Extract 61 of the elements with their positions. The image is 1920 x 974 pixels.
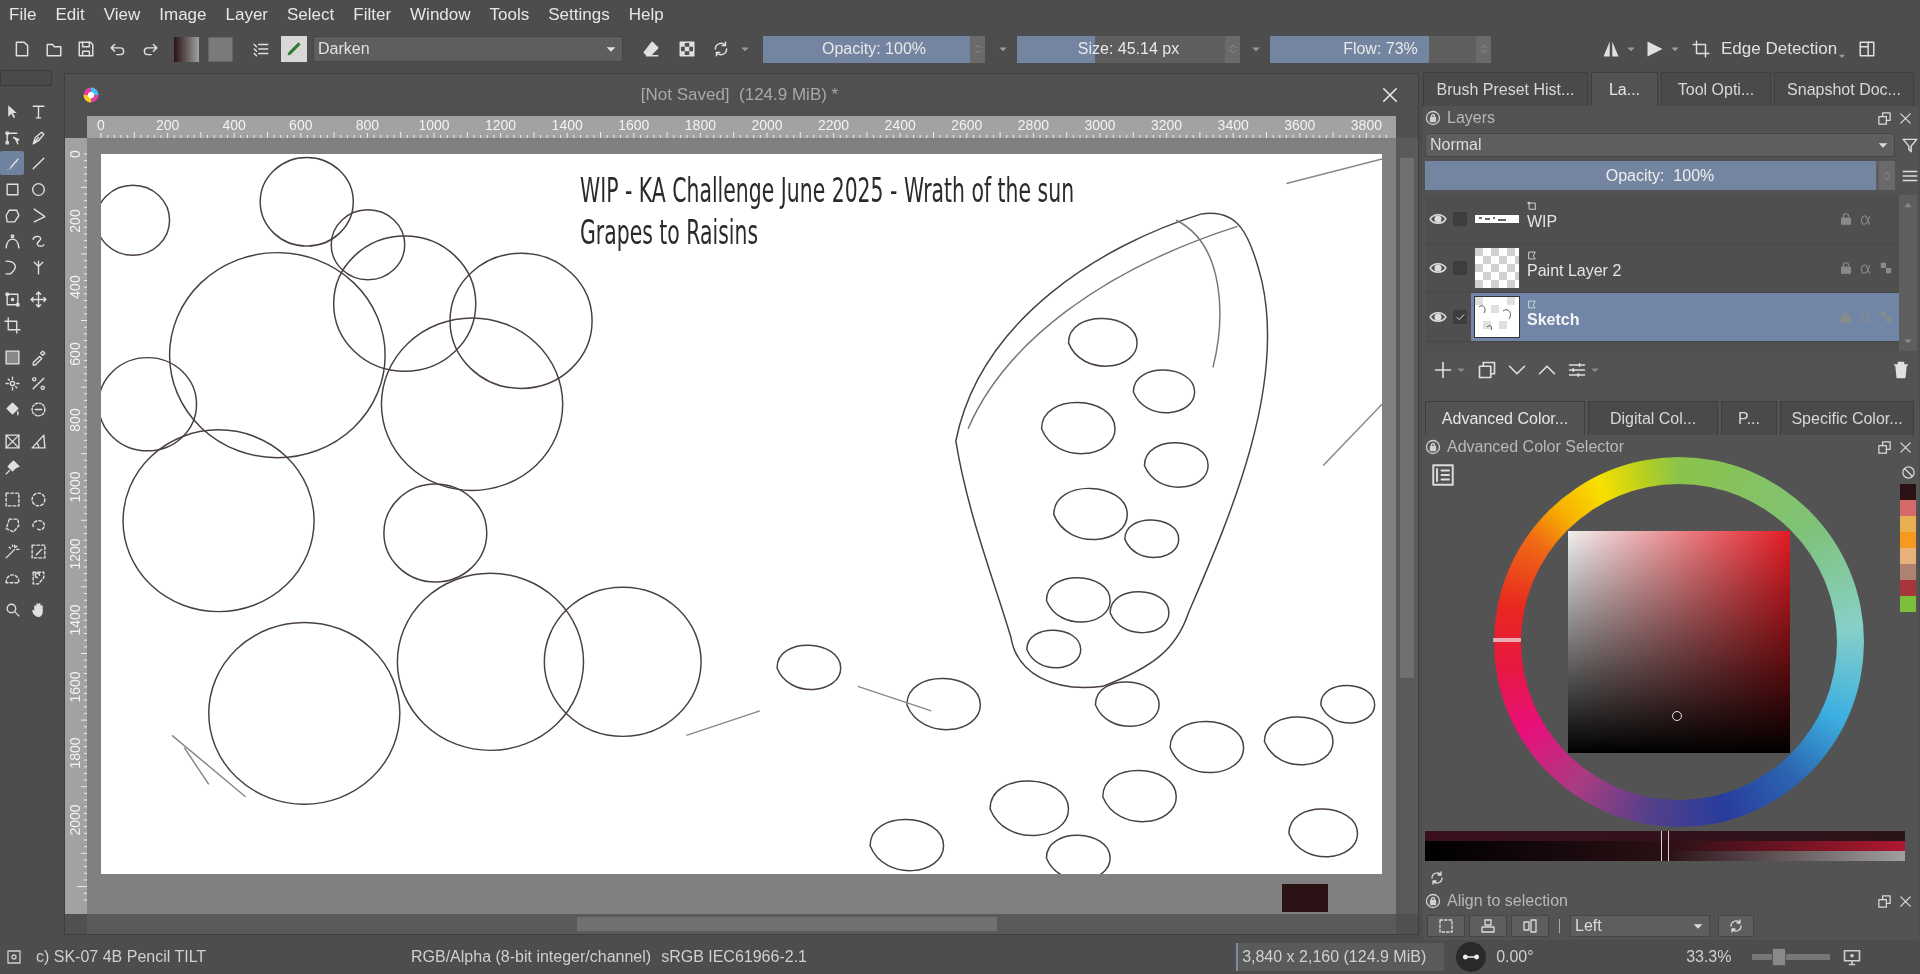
ruler-label: 1600 xyxy=(617,117,651,133)
blend-mode-dropdown[interactable]: Darken xyxy=(313,36,623,62)
dock-tab[interactable]: Digital Col... xyxy=(1588,401,1718,435)
dock-tab[interactable]: Tool Opti... xyxy=(1661,72,1771,106)
ruler-label: 3200 xyxy=(1150,117,1184,133)
layer-name[interactable]: Paint Layer 2 xyxy=(1527,260,1839,281)
menu-item[interactable]: Help xyxy=(627,2,665,28)
layer-name[interactable]: WIP xyxy=(1527,211,1839,232)
dock-tab[interactable]: Specific Color... xyxy=(1780,401,1914,435)
menu-item[interactable]: View xyxy=(102,2,142,28)
ruler-label: 3800 xyxy=(1349,117,1383,133)
ruler-label: 0 xyxy=(96,117,106,133)
image-size-field[interactable]: 3,840 x 2,160 (124.9 MiB) xyxy=(1236,943,1445,971)
menu-item[interactable]: Window xyxy=(409,2,472,28)
menu-item[interactable]: Filter xyxy=(352,2,393,28)
menu-item[interactable]: Layer xyxy=(224,2,270,28)
layer-opacity-slider[interactable]: Opacity: 100% xyxy=(1425,161,1895,190)
dock-tab[interactable]: Advanced Color... xyxy=(1425,401,1585,435)
size-slider[interactable]: Size: 45.14 px xyxy=(1017,35,1240,63)
ruler-label: 2800 xyxy=(1016,117,1050,133)
ruler-label: 1200 xyxy=(484,117,518,133)
dock-tab[interactable]: La... xyxy=(1591,72,1658,106)
ruler-label: 2600 xyxy=(950,117,984,133)
ruler-label: 3600 xyxy=(1283,117,1317,133)
ruler-label: 3000 xyxy=(1083,117,1117,133)
ruler-label: 1000 xyxy=(417,117,451,133)
panel-title: Advanced Color Selector xyxy=(1447,437,1625,457)
menu-item[interactable]: Select xyxy=(286,2,336,28)
blend-mode-dropdown[interactable]: Normal xyxy=(1425,133,1895,157)
ruler-label: 800 xyxy=(354,117,381,133)
ruler-label: 2400 xyxy=(883,117,917,133)
brush-name: c) SK-07 4B Pencil TILT xyxy=(36,947,208,967)
ruler-label: 2000 xyxy=(750,117,784,133)
ruler-label: 2200 xyxy=(817,117,851,133)
ruler-label: 600 xyxy=(288,117,314,133)
ruler-label: 3400 xyxy=(1216,117,1250,133)
zoom-level: 33.3% xyxy=(1686,947,1732,967)
menu-item[interactable]: Tools xyxy=(488,2,531,28)
panel-title: Layers xyxy=(1447,108,1497,128)
rotation-angle: 0.00° xyxy=(1496,947,1535,967)
ruler-label: 400 xyxy=(221,117,247,133)
menu-item[interactable]: Image xyxy=(158,2,208,28)
menu-item[interactable]: Edit xyxy=(54,2,86,28)
canvas-heading: Grapes to Raisins xyxy=(580,212,758,252)
ruler-label: 1400 xyxy=(550,117,584,133)
dock-tab[interactable]: Brush Preset Hist... xyxy=(1423,72,1588,106)
layer-name[interactable]: Sketch xyxy=(1527,309,1839,330)
color-profile: sRGB IEC61966-2.1 xyxy=(661,947,808,967)
ruler-label: 1800 xyxy=(683,117,717,133)
color-model: RGB/Alpha (8-bit integer/channel) xyxy=(411,947,652,967)
edge-detection-button[interactable]: Edge Detection xyxy=(1721,35,1838,63)
canvas-heading: WIP - KA Challenge June 2025 - Wrath of the sun xyxy=(580,170,1075,210)
menu-item[interactable]: File xyxy=(8,2,38,28)
menu-item[interactable]: Settings xyxy=(547,2,611,28)
ruler-label: 200 xyxy=(154,117,181,133)
document-title: [Not Saved] (124.9 MiB) * xyxy=(639,84,840,107)
alignment-dropdown[interactable]: Left xyxy=(1570,915,1710,937)
panel-title: Align to selection xyxy=(1447,891,1569,911)
selected-layer-row[interactable]: Sketch xyxy=(1471,293,1899,341)
dock-tab[interactable]: P... xyxy=(1721,401,1777,435)
dock-tab[interactable]: Snapshot Doc... xyxy=(1774,72,1914,106)
